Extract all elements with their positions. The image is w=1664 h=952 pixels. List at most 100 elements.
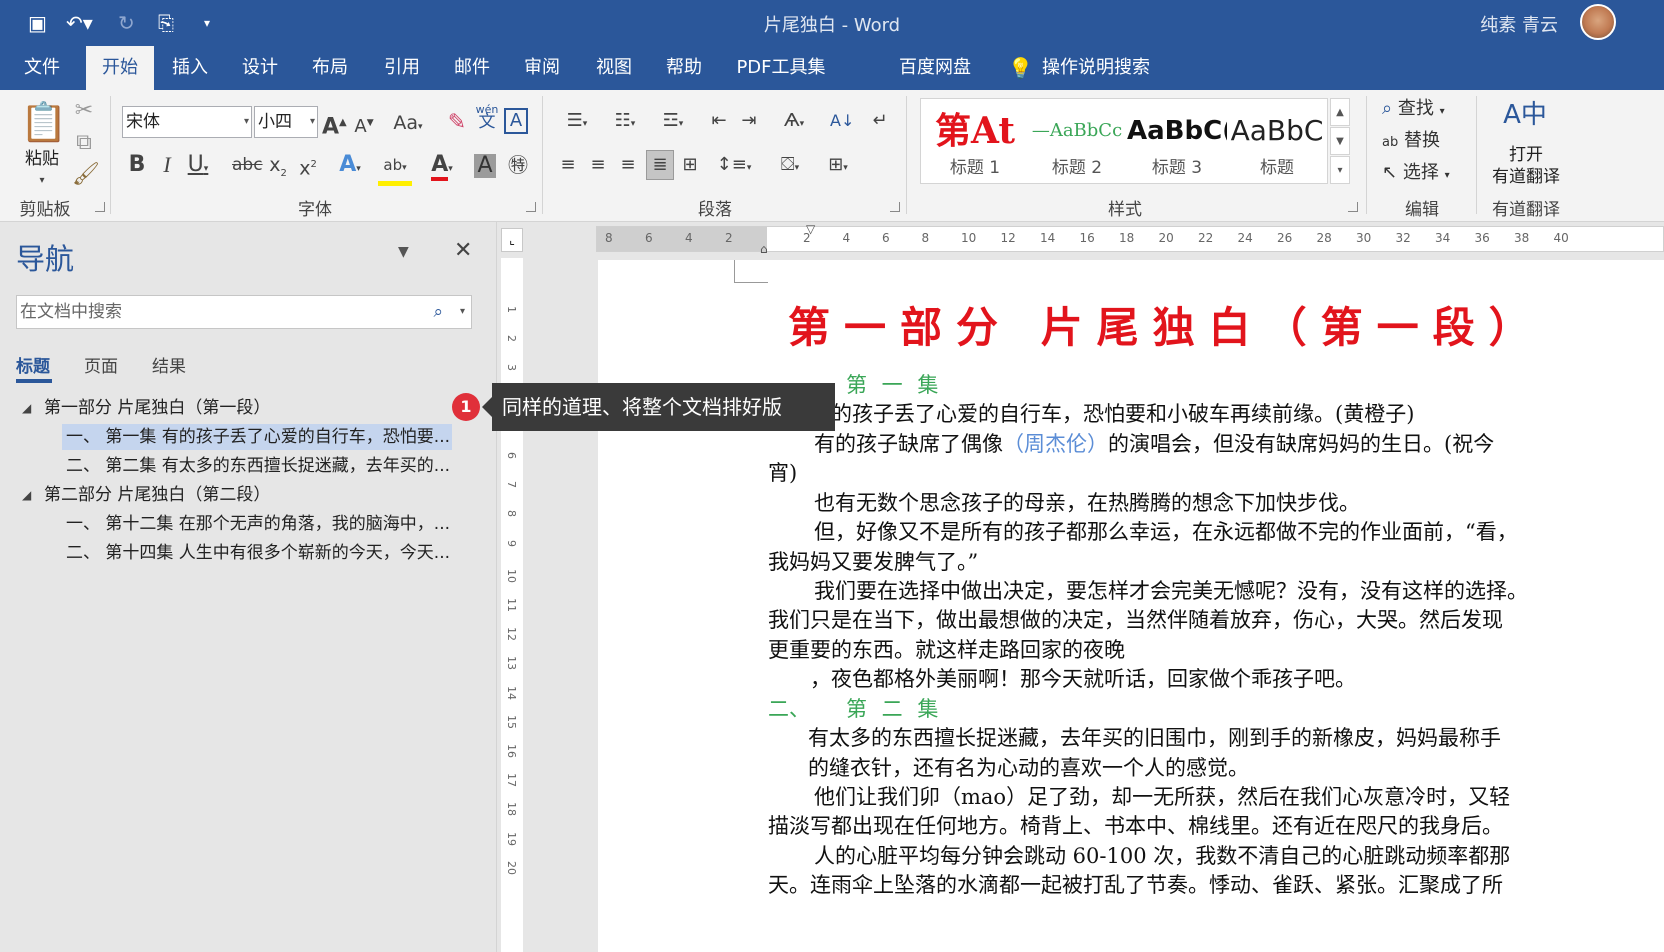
tab-selector-icon[interactable]: ⌞ [501,228,523,252]
font-size-field[interactable]: 小四 ▾ [254,106,318,138]
justify-icon[interactable]: ≣ [646,150,674,180]
multilevel-list-icon[interactable]: ☲▾ [652,108,694,137]
bold-icon[interactable]: B [126,152,148,178]
collapse-icon[interactable]: ◢ [22,482,31,508]
decrease-indent-icon[interactable]: ⇤ [706,108,732,134]
style-heading2[interactable]: —AaBbCc 标题 2 [1027,99,1127,185]
change-case-button[interactable]: Aa▾ [388,110,428,140]
styles-scroll-up-icon[interactable]: ▲ [1330,98,1350,126]
chinese-layout-icon[interactable]: Ѧ▾ [774,108,814,137]
highlight-icon[interactable]: ab▾ [378,152,412,186]
show-marks-icon[interactable]: ↵ [868,108,892,134]
tab-mailings[interactable]: 邮件 [444,46,500,90]
tab-pdf-tools[interactable]: PDF工具集 [726,46,836,90]
subscript-icon[interactable]: x2 [266,152,290,187]
tab-insert[interactable]: 插入 [162,46,218,90]
format-painter-icon[interactable]: 🖌 [72,162,100,188]
tab-references[interactable]: 引用 [374,46,430,90]
bullets-icon[interactable]: ☰▾ [556,108,598,137]
italic-icon[interactable]: I [156,152,178,178]
separator [1476,96,1477,214]
shrink-font-icon[interactable]: A▼ [352,110,376,140]
first-line-indent-icon[interactable]: ▽ [806,222,815,236]
character-border-icon[interactable]: A [504,108,528,134]
paragraph: 描淡写都出现在任何地方。椅背上、书本中、棉线里。还有近在咫尺的我身后。 [768,814,1503,838]
font-color-icon[interactable]: A▾ [424,152,460,182]
indent-marker-icon[interactable]: ⌂ [760,242,768,256]
style-preview: AaBbC [1230,114,1324,147]
find-button[interactable]: ⌕ 查找 ▾ [1382,96,1445,125]
user-name[interactable]: 纯素 青云 [1480,11,1558,37]
tab-view[interactable]: 视图 [586,46,642,90]
borders-icon[interactable]: ⊞▾ [818,152,858,181]
styles-more-icon[interactable]: ▾ [1330,156,1350,184]
paste-icon[interactable]: 📋 [20,100,67,144]
strikethrough-icon[interactable]: abc [232,152,263,178]
sort-icon[interactable]: A↓ [830,108,854,134]
style-name: 标题 [1260,158,1294,178]
tree-item-ep1[interactable]: 一、 第一集 有的孩子丢了心爱的自行车，恐怕要... [62,424,452,450]
tab-help[interactable]: 帮助 [656,46,712,90]
tree-item-ep12[interactable]: 一、 第十二集 在那个无声的角落，我的脑海中，... [66,511,450,537]
styles-scroll-down-icon[interactable]: ▼ [1330,127,1350,155]
tree-item-part2[interactable]: ◢ 第二部分 片尾独白（第二段） [22,482,270,508]
align-center-icon[interactable]: ≡ [586,152,610,178]
clear-formatting-icon[interactable]: ✎ [444,110,470,136]
superscript-icon[interactable]: x2 [296,152,320,181]
nav-options-icon[interactable]: ▼ [398,244,409,260]
nav-search-input[interactable]: 在文档中搜索 ⌕ ▾ [16,295,472,329]
style-heading3[interactable]: AaBbC( 标题 3 [1127,99,1227,185]
tab-home[interactable]: 开始 [86,46,154,90]
tab-review[interactable]: 审阅 [514,46,570,90]
underline-icon[interactable]: U▾ [184,152,212,182]
increase-indent-icon[interactable]: ⇥ [736,108,762,134]
collapse-icon[interactable]: ◢ [22,395,31,421]
shading-icon[interactable]: ⛋▾ [770,152,810,181]
clipboard-launcher-icon[interactable] [95,202,105,212]
replace-button[interactable]: ab 替换 [1382,128,1440,156]
cut-icon[interactable]: ✂ [72,98,96,124]
tree-item-ep14[interactable]: 二、 第十四集 人生中有很多个崭新的今天，今天... [66,540,450,566]
paragraph-launcher-icon[interactable] [890,202,900,212]
style-heading1[interactable]: 第At 标题 1 [925,99,1025,185]
close-icon[interactable]: ✕ [454,238,472,263]
tree-item-ep2[interactable]: 二、 第二集 有太多的东西擅长捉迷藏，去年买的... [66,453,450,479]
tab-design[interactable]: 设计 [232,46,288,90]
document-page[interactable]: 第一部分 片尾独白（第一段） 一、 第 一 集 有的孩子丢了心爱的自行车，恐怕要… [598,260,1664,952]
grow-font-icon[interactable]: A▲ [322,110,347,140]
translate-icon[interactable]: A中 [1502,102,1548,138]
enclose-characters-icon[interactable]: ㊕ [506,152,530,178]
phonetic-guide-icon[interactable]: wén 文 [474,104,500,131]
nav-tab-headings[interactable]: 标题 [16,352,50,377]
separator [542,96,543,214]
nav-tab-pages[interactable]: 页面 [84,352,118,377]
tab-file[interactable]: 文件 [14,46,70,90]
paste-dropdown-icon[interactable]: ▾ [32,168,52,194]
font-name-field[interactable]: 宋体 ▾ [122,106,252,138]
title-bar: ▣ ↶▾ ↻ ⎘ ▾ 片尾独白 - Word 纯素 青云 [0,0,1664,46]
styles-launcher-icon[interactable] [1348,202,1358,212]
ruler-number: 28 [1316,231,1332,245]
nav-tab-results[interactable]: 结果 [152,352,186,377]
numbering-icon[interactable]: ☷▾ [604,108,646,137]
open-translate-button[interactable]: 打开 有道翻译 [1486,144,1566,188]
style-title[interactable]: AaBbC 标题 [1227,99,1327,185]
distributed-icon[interactable]: ⊞ [678,152,702,178]
select-button[interactable]: ↖ 选择 ▾ [1382,160,1450,189]
tell-me-search[interactable]: 操作说明搜索 [1040,46,1152,90]
character-shading-icon[interactable]: A [474,154,496,178]
font-launcher-icon[interactable] [526,202,536,212]
tree-item-part1[interactable]: ◢ 第一部分 片尾独白（第一段） [22,395,270,421]
text-effects-icon[interactable]: A▾ [332,152,368,182]
copy-icon[interactable]: ⧉ [72,130,96,156]
tab-layout[interactable]: 布局 [302,46,358,90]
font-name-value: 宋体 [126,112,160,132]
line-spacing-icon[interactable]: ↕≡▾ [714,152,754,181]
ruler-number: 6 [505,452,518,459]
avatar[interactable] [1580,4,1616,40]
align-right-icon[interactable]: ≡ [616,152,640,178]
tab-baidu-netdisk[interactable]: 百度网盘 [890,46,980,90]
align-left-icon[interactable]: ≡ [556,152,580,178]
chevron-down-icon[interactable]: ▾ [460,296,465,328]
search-icon[interactable]: ⌕ [433,296,443,328]
